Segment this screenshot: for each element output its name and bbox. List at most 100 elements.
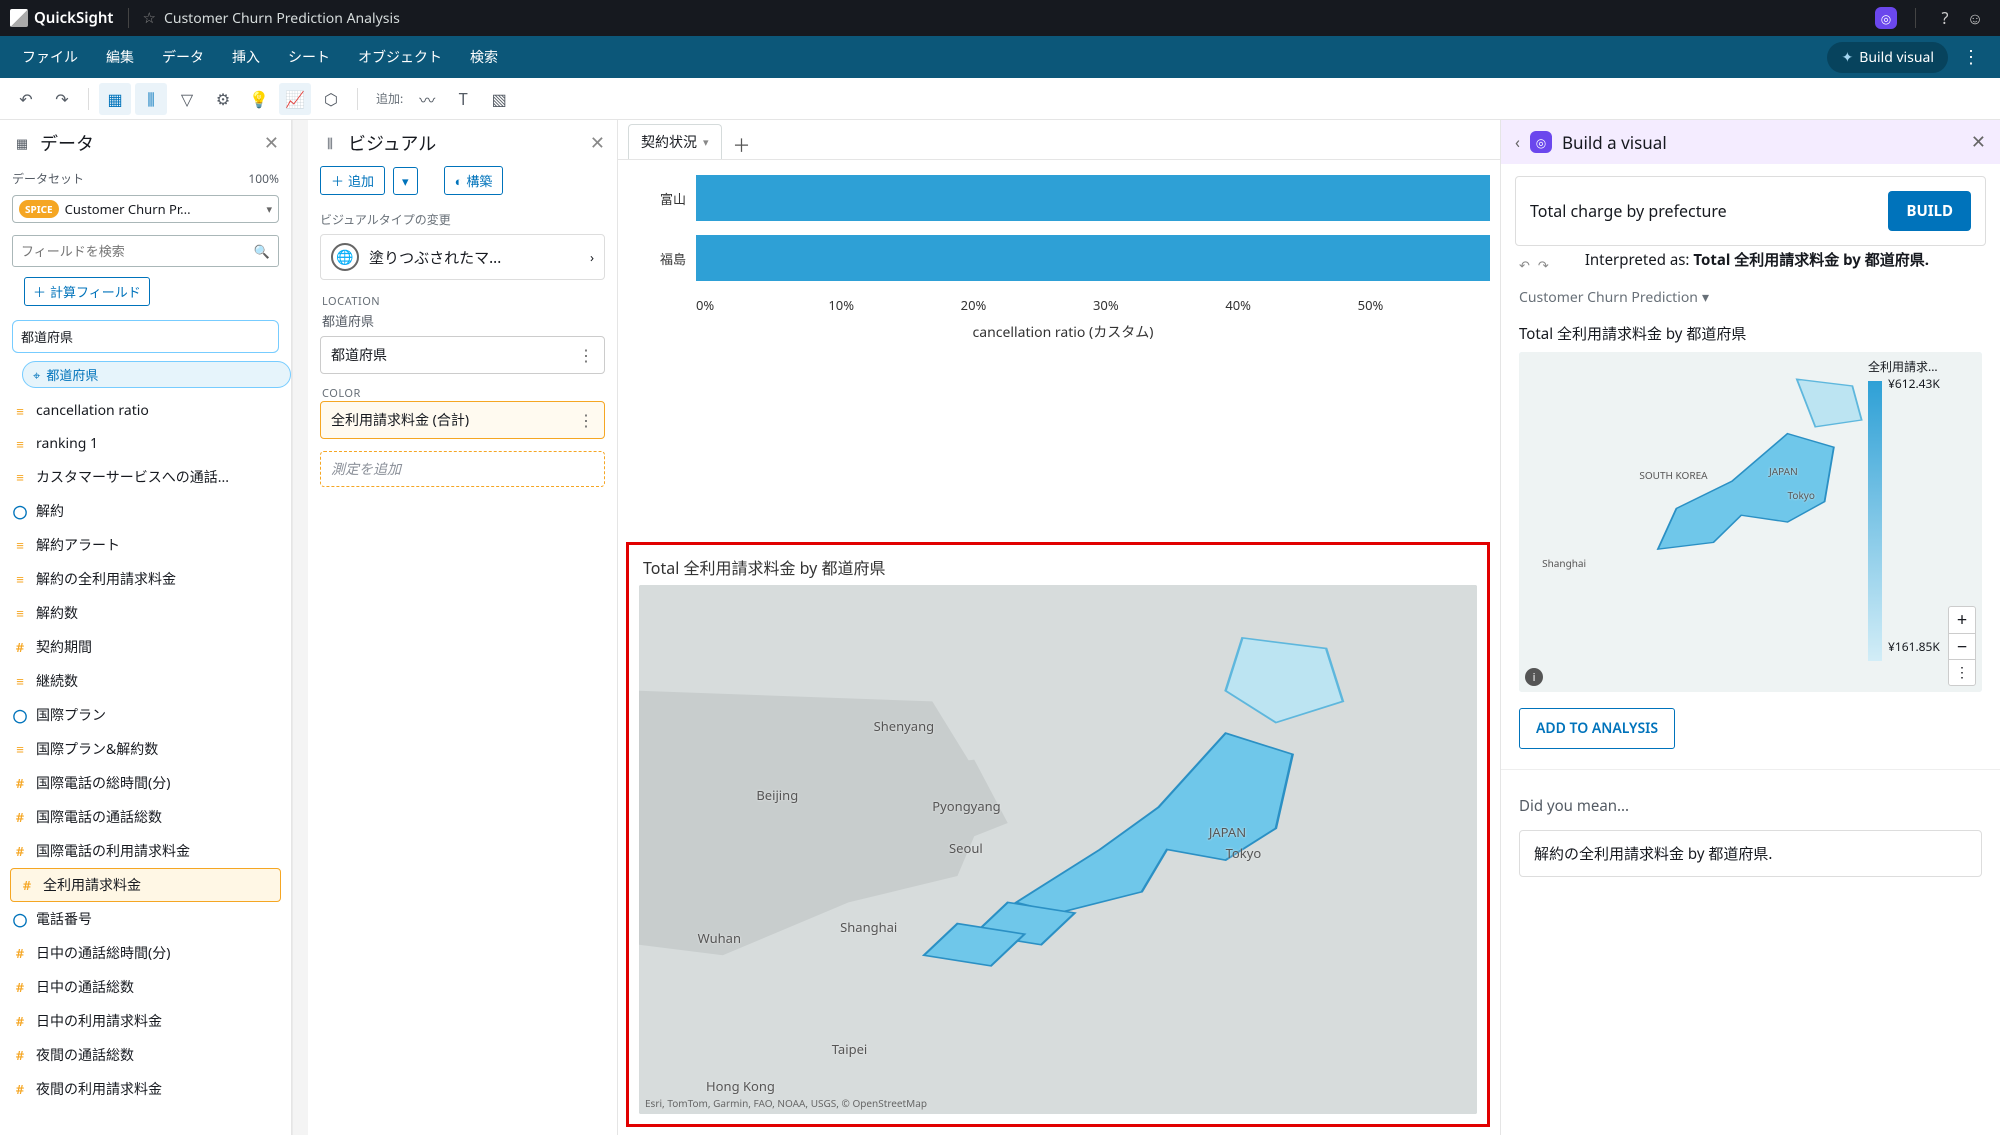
analysis-title: Customer Churn Prediction Analysis	[164, 9, 400, 28]
menu-data[interactable]: データ	[150, 41, 216, 73]
map-body[interactable]: Esri, TomTom, Garmin, FAO, NOAA, USGS, ©…	[639, 585, 1477, 1114]
redo-icon[interactable]: ↷	[1538, 256, 1549, 274]
field-item[interactable]: ≡継続数	[0, 664, 291, 698]
field-item[interactable]: ◯国際プラン	[0, 698, 291, 732]
close-icon[interactable]: ✕	[1971, 130, 1986, 154]
field-item[interactable]: ≡解約数	[0, 596, 291, 630]
number-icon: ≡	[12, 740, 28, 758]
field-search[interactable]: 🔍	[12, 235, 279, 267]
add-image-icon[interactable]: ▧	[483, 83, 515, 115]
number-icon: ≡	[12, 672, 28, 690]
zoom-out-button[interactable]: −	[1949, 633, 1975, 659]
field-item[interactable]: #夜間の通話総数	[0, 1038, 291, 1072]
add-line-icon[interactable]: 〰	[411, 83, 443, 115]
add-to-analysis-button[interactable]: ADD TO ANALYSIS	[1519, 708, 1675, 749]
field-item[interactable]: ≡解約の全利用請求料金	[0, 562, 291, 596]
bar-chart-visual[interactable]: 富山福島 0%10%20%30%40%50% cancellation rati…	[636, 168, 1490, 528]
dataset-dropdown[interactable]: Customer Churn Prediction ▾	[1519, 288, 1982, 307]
build-input[interactable]: Total charge by prefecture	[1530, 200, 1878, 222]
undo-icon[interactable]: ↶	[10, 83, 42, 115]
field-item[interactable]: #日中の通話総数	[0, 970, 291, 1004]
more-icon[interactable]: ⋮	[578, 409, 594, 431]
close-icon[interactable]: ✕	[264, 131, 279, 155]
add-text-icon[interactable]: T	[447, 83, 479, 115]
field-group[interactable]: 都道府県	[12, 320, 279, 353]
field-item[interactable]: ≡ranking 1	[0, 427, 291, 460]
info-icon[interactable]: i	[1525, 668, 1543, 686]
filter-icon[interactable]: ▽	[171, 83, 203, 115]
dataset-selector[interactable]: SPICE Customer Churn Pr... ▾	[12, 195, 279, 223]
search-input[interactable]	[13, 236, 246, 266]
user-icon[interactable]: ☺	[1960, 3, 1990, 33]
interpreted-text: Interpreted as: Total 全利用請求料金 by 都道府県.	[1567, 246, 1947, 284]
insights-icon[interactable]: 💡	[243, 83, 275, 115]
zoom-in-button[interactable]: +	[1949, 607, 1975, 633]
redo-icon[interactable]: ↷	[46, 83, 78, 115]
toolbar: ↶ ↷ ▦ ⫼ ▽ ⚙ 💡 📈 ⬡ 追加: 〰 T ▧	[0, 78, 2000, 120]
menu-sheet[interactable]: シート	[276, 41, 342, 73]
scrollbar[interactable]	[292, 120, 308, 1135]
add-calc-field-button[interactable]: ＋ 計算フィールド	[24, 277, 150, 306]
field-item[interactable]: #契約期間	[0, 630, 291, 664]
visual-panel-title: ビジュアル	[348, 130, 582, 156]
preview-map[interactable]: SOUTH KOREAJAPANTokyoShanghai 全利用請求... ¥…	[1519, 352, 1982, 692]
more-menu-icon[interactable]: ⋮	[1952, 45, 1990, 69]
field-item[interactable]: #国際電話の利用請求料金	[0, 834, 291, 868]
analysis-icon[interactable]: 📈	[279, 83, 311, 115]
field-item[interactable]: ≡cancellation ratio	[0, 394, 291, 427]
field-item[interactable]: #夜間の利用請求料金	[0, 1072, 291, 1106]
field-item[interactable]: ◯解約	[0, 494, 291, 528]
data-panel-icon[interactable]: ▦	[99, 83, 131, 115]
close-icon[interactable]: ✕	[590, 131, 605, 155]
number-icon: ≡	[12, 536, 28, 554]
location-field-well[interactable]: 都道府県 ⋮	[320, 336, 605, 374]
color-well-label: COLOR	[308, 386, 617, 401]
menu-edit[interactable]: 編集	[94, 41, 146, 73]
visual-type-selector[interactable]: 🌐 塗りつぶされたマ... ›	[320, 234, 605, 280]
help-icon[interactable]: ?	[1930, 3, 1960, 33]
theme-icon[interactable]: ⬡	[315, 83, 347, 115]
back-icon[interactable]: ‹	[1515, 131, 1520, 153]
parameters-icon[interactable]: ⚙	[207, 83, 239, 115]
menu-object[interactable]: オブジェクト	[346, 41, 454, 73]
map-visual-selected[interactable]: Total 全利用請求料金 by 都道府県 Esri, TomTom, Garm…	[626, 542, 1490, 1127]
build-visual-button[interactable]: ✦ Build visual	[1827, 42, 1948, 73]
add-visual-button[interactable]: ＋ 追加	[320, 166, 385, 195]
field-item[interactable]: #日中の利用請求料金	[0, 1004, 291, 1038]
field-item[interactable]: ≡国際プラン&解約数	[0, 732, 291, 766]
add-visual-dropdown[interactable]: ▾	[393, 167, 418, 195]
more-icon[interactable]: ⋮	[578, 344, 594, 366]
visual-panel: ⫼ ビジュアル ✕ ＋ 追加 ▾ ◐ 構築 ビジュアルタイプの変更 🌐 塗りつぶ…	[308, 120, 618, 1135]
add-measure-well[interactable]: 測定を追加	[320, 451, 605, 487]
q-assistant-icon[interactable]: ◎	[1871, 3, 1901, 33]
number-icon: ≡	[12, 435, 28, 453]
map-city-label: Taipei	[832, 1040, 868, 1058]
search-icon[interactable]: 🔍	[246, 242, 278, 260]
field-item[interactable]: ◯電話番号	[0, 902, 291, 936]
field-item[interactable]: #国際電話の総時間(分)	[0, 766, 291, 800]
add-sheet-button[interactable]: ＋	[728, 131, 756, 159]
undo-icon[interactable]: ↶	[1519, 256, 1530, 274]
visual-panel-icon[interactable]: ⫼	[135, 83, 167, 115]
zoom-more-button[interactable]: ⋮	[1949, 659, 1975, 685]
divider	[128, 8, 129, 28]
menu-insert[interactable]: 挿入	[220, 41, 272, 73]
field-item[interactable]: ≡解約アラート	[0, 528, 291, 562]
favorite-star-icon[interactable]: ☆	[143, 8, 156, 28]
field-item[interactable]: #国際電話の通話総数	[0, 800, 291, 834]
build-submit-button[interactable]: BUILD	[1888, 191, 1971, 231]
change-type-label: ビジュアルタイプの変更	[308, 205, 617, 234]
build-button[interactable]: ◐ 構築	[444, 166, 504, 195]
location-chip[interactable]: ⌖都道府県	[22, 361, 291, 388]
menu-file[interactable]: ファイル	[10, 41, 90, 73]
color-field-well[interactable]: 全利用請求料金 (合計) ⋮	[320, 401, 605, 439]
sheet-tab[interactable]: 契約状況 ▾	[628, 124, 722, 159]
menu-search[interactable]: 検索	[458, 41, 510, 73]
number-icon: #	[12, 944, 28, 962]
suggestion-item[interactable]: 解約の全利用請求料金 by 都道府県.	[1519, 830, 1982, 877]
field-item[interactable]: #全利用請求料金	[10, 868, 281, 902]
field-item[interactable]: ≡カスタマーサービスへの通話...	[0, 460, 291, 494]
app-logo[interactable]: QuickSight	[10, 8, 114, 28]
number-icon: #	[12, 808, 28, 826]
field-item[interactable]: #日中の通話総時間(分)	[0, 936, 291, 970]
